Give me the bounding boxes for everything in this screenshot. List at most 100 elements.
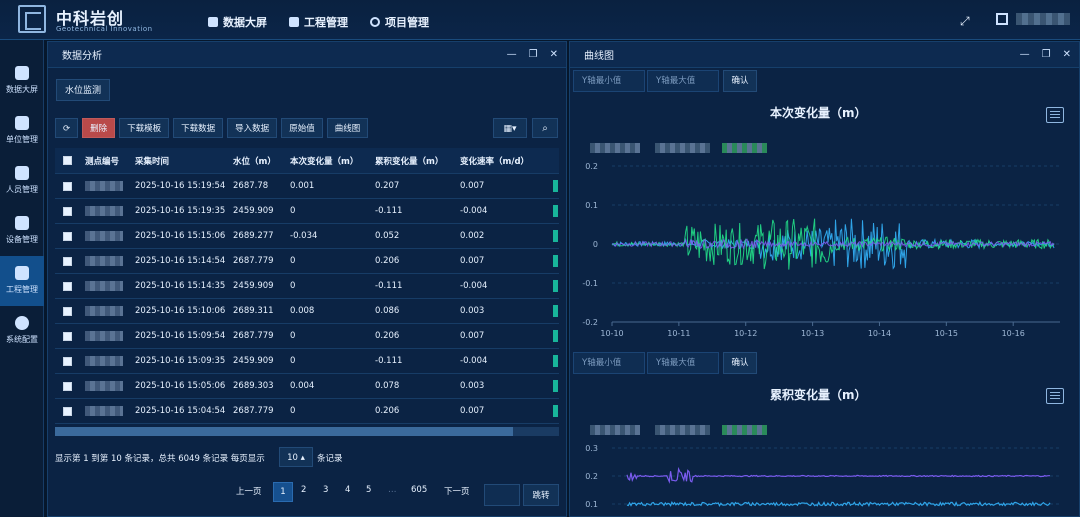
point-id-blurred [85, 331, 123, 341]
chart-icon [289, 17, 299, 27]
nav-engineering[interactable]: 工程管理 [289, 14, 348, 30]
ymax-input[interactable]: Y轴最大值 [647, 70, 719, 92]
row-checkbox[interactable] [63, 381, 72, 391]
page-3-button[interactable]: 3 [323, 485, 328, 495]
minimize-icon[interactable]: — [1020, 49, 1030, 60]
legend-item-blurred[interactable] [655, 425, 710, 435]
sidebar-item-devices[interactable]: 设备管理 [0, 206, 44, 256]
row-checkbox[interactable] [63, 206, 72, 216]
confirm-button[interactable]: 确认 [723, 70, 757, 92]
legend-item-blurred[interactable] [590, 143, 640, 153]
row-checkbox[interactable] [63, 256, 72, 266]
page-5-button[interactable]: 5 [366, 485, 371, 495]
maximize-icon[interactable]: ❐ [1042, 49, 1051, 60]
table-cell: 0 [290, 281, 296, 291]
ymax-input-2[interactable]: Y轴最大值 [647, 352, 719, 374]
user-name-blurred[interactable] [1016, 13, 1070, 25]
scrollbar-thumb[interactable] [55, 427, 513, 436]
sidebar-item-people[interactable]: 人员管理 [0, 156, 44, 206]
row-action-indicator[interactable] [553, 280, 558, 292]
table-row[interactable]: 2025-10-16 15:09:35 2459.909 0 -0.111 -0.004 [55, 349, 559, 374]
row-action-indicator[interactable] [553, 355, 558, 367]
legend-item-blurred[interactable] [722, 143, 767, 153]
legend-item-blurred[interactable] [722, 425, 767, 435]
row-checkbox[interactable] [63, 281, 72, 291]
close-icon[interactable]: ✕ [550, 49, 558, 60]
nav-label: 数据大屏 [223, 16, 267, 29]
page-2-button[interactable]: 2 [301, 485, 306, 495]
jump-page-input[interactable] [484, 484, 520, 506]
fullscreen-icon[interactable]: ⤢ [960, 14, 970, 29]
sidebar-item-label: 人员管理 [6, 185, 38, 194]
page-size-select[interactable]: 10 ▴ [279, 447, 313, 467]
legend-item-blurred[interactable] [590, 425, 640, 435]
legend-item-blurred[interactable] [655, 143, 710, 153]
download-data-button[interactable]: 下载数据 [173, 118, 224, 138]
row-checkbox[interactable] [63, 331, 72, 341]
row-action-indicator[interactable] [553, 180, 558, 192]
row-action-indicator[interactable] [553, 305, 558, 317]
minimize-icon[interactable]: — [507, 49, 517, 60]
maximize-icon[interactable]: ❐ [529, 49, 538, 60]
nav-dashboard[interactable]: 数据大屏 [208, 14, 267, 30]
row-checkbox[interactable] [63, 356, 72, 366]
chart2-title: 累积变化量（m） [770, 388, 867, 402]
confirm-button-2[interactable]: 确认 [723, 352, 757, 374]
x-tick-label: 10-14 [868, 329, 891, 338]
next-page-button[interactable]: 下一页 [444, 485, 470, 497]
row-action-indicator[interactable] [553, 205, 558, 217]
table-row[interactable]: 2025-10-16 15:04:54 2687.779 0 0.206 0.007 [55, 399, 559, 424]
jump-button[interactable]: 跳转 [523, 484, 559, 506]
raw-value-button[interactable]: 原始值 [281, 118, 323, 138]
ymin-input[interactable]: Y轴最小值 [573, 70, 645, 92]
table-cell: 2025-10-16 15:05:06 [135, 381, 226, 391]
chart-menu-icon[interactable] [1046, 107, 1064, 123]
row-action-indicator[interactable] [553, 405, 558, 417]
row-action-indicator[interactable] [553, 255, 558, 267]
import-data-button[interactable]: 导入数据 [227, 118, 278, 138]
row-checkbox[interactable] [63, 181, 72, 191]
table-row[interactable]: 2025-10-16 15:09:54 2687.779 0 0.206 0.007 [55, 324, 559, 349]
chart-menu-icon-2[interactable] [1046, 388, 1064, 404]
data-table: 测点编号 采集时间 水位（m） 本次变化量（m） 累积变化量（m） 变化速率（m… [55, 148, 559, 426]
y-tick-label: 0.1 [585, 500, 598, 509]
download-template-button[interactable]: 下载模板 [119, 118, 170, 138]
curve-chart-button[interactable]: 曲线图 [326, 118, 369, 138]
ymin-input-2[interactable]: Y轴最小值 [573, 352, 645, 374]
delete-button[interactable]: 删除 [82, 118, 116, 138]
sidebar-item-units[interactable]: 单位管理 [0, 106, 44, 156]
search-button[interactable]: ⌕ [532, 118, 558, 138]
prev-page-button[interactable]: 上一页 [236, 485, 262, 497]
refresh-button[interactable]: ⟳ [55, 118, 79, 138]
sidebar-item-dashboard[interactable]: 数据大屏 [0, 56, 44, 106]
tab-water-level[interactable]: 水位监测 [56, 79, 111, 101]
row-checkbox[interactable] [63, 406, 72, 416]
user-icon[interactable] [996, 13, 1008, 25]
sidebar-item-engineering[interactable]: 工程管理 [0, 256, 44, 306]
table-row[interactable]: 2025-10-16 15:19:54 2687.78 0.001 0.207 0.00… [55, 174, 559, 199]
table-cell: 0.206 [375, 331, 400, 341]
page-1-button[interactable]: 1 [273, 482, 293, 502]
nav-project[interactable]: 项目管理 [370, 14, 429, 30]
row-action-indicator[interactable] [553, 230, 558, 242]
table-row[interactable]: 2025-10-16 15:15:06 2689.277 -0.034 0.052 0.… [55, 224, 559, 249]
table-row[interactable]: 2025-10-16 15:10:06 2689.311 0.008 0.086 0.0… [55, 299, 559, 324]
sidebar-item-system[interactable]: 系统配置 [0, 306, 44, 356]
table-row[interactable]: 2025-10-16 15:14:54 2687.779 0 0.206 0.007 [55, 249, 559, 274]
y-tick-label: -0.2 [582, 318, 598, 327]
table-cell: 2025-10-16 15:14:35 [135, 281, 226, 291]
horizontal-scrollbar[interactable] [55, 427, 559, 436]
row-action-indicator[interactable] [553, 330, 558, 342]
close-icon[interactable]: ✕ [1063, 49, 1071, 60]
table-row[interactable]: 2025-10-16 15:14:35 2459.909 0 -0.111 -0.004 [55, 274, 559, 299]
page-605-button[interactable]: 605 [411, 485, 427, 495]
table-row[interactable]: 2025-10-16 15:19:35 2459.909 0 -0.111 -0.004 [55, 199, 559, 224]
select-all-checkbox[interactable] [63, 156, 72, 165]
row-checkbox[interactable] [63, 306, 72, 316]
row-checkbox[interactable] [63, 231, 72, 241]
page-4-button[interactable]: 4 [345, 485, 350, 495]
row-action-indicator[interactable] [553, 380, 558, 392]
sidebar-item-label: 工程管理 [6, 285, 38, 294]
table-row[interactable]: 2025-10-16 15:05:06 2689.303 0.004 0.078 0.0… [55, 374, 559, 399]
columns-toggle-button[interactable]: ▦▾ [493, 118, 527, 138]
